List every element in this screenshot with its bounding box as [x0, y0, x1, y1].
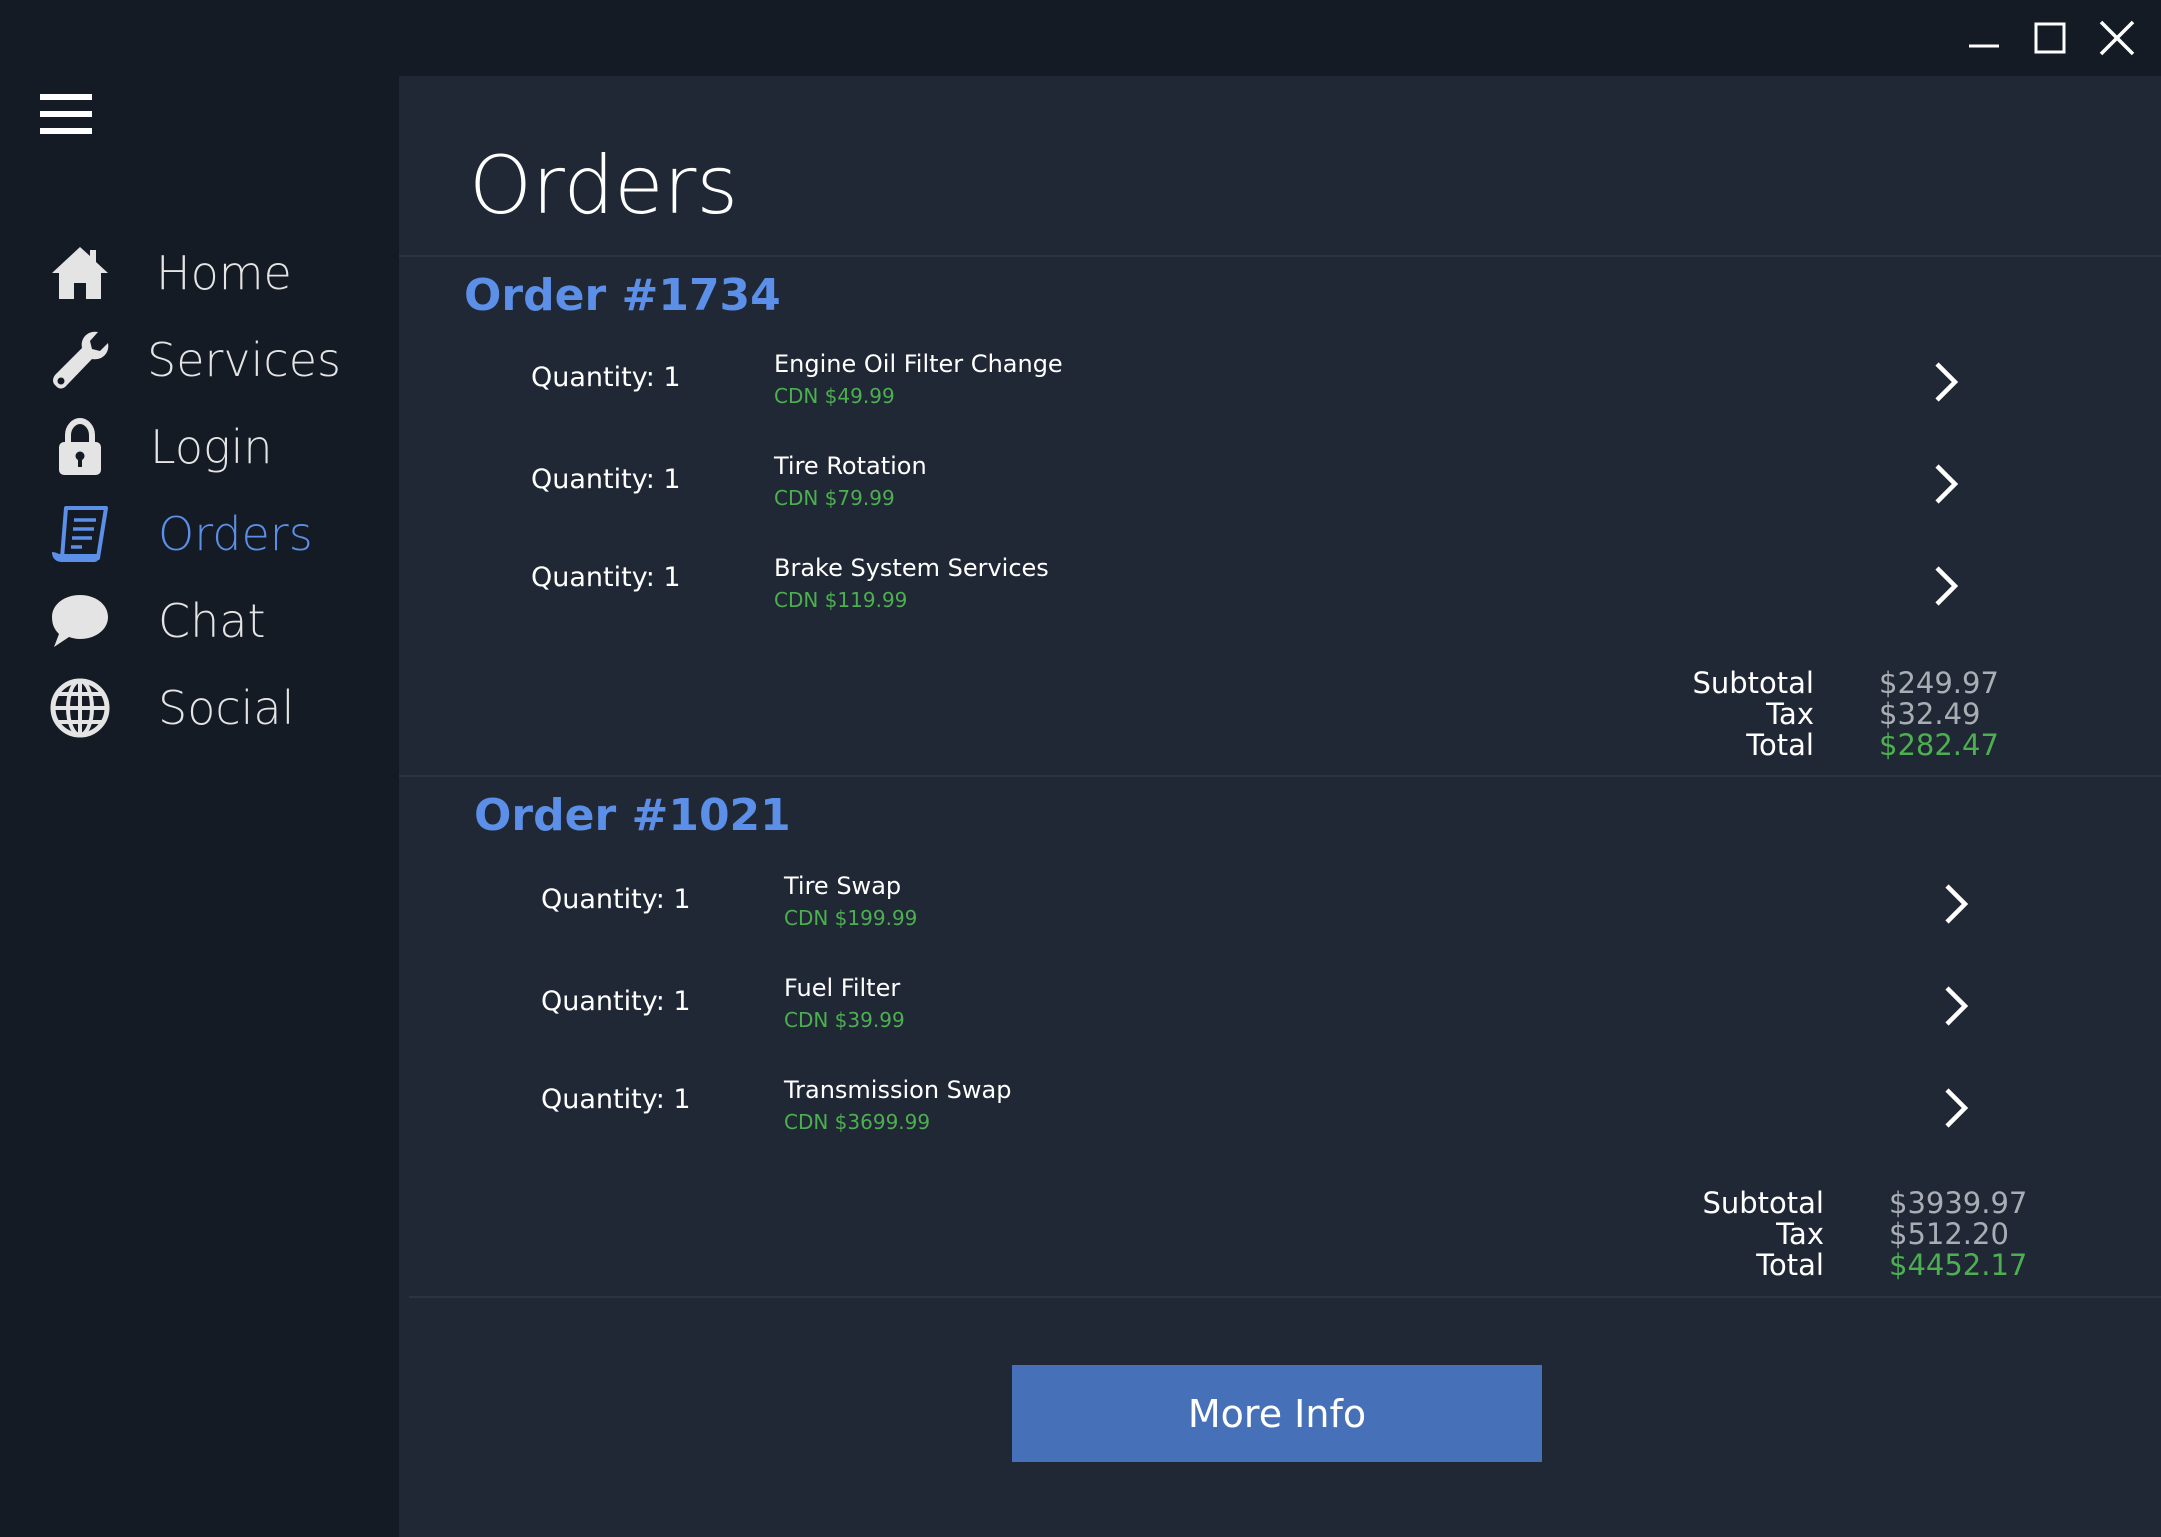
item-name: Transmission Swap [784, 1076, 1012, 1104]
sidebar-item-label: Social [158, 681, 295, 735]
order-card: Order #1734 Quantity: 1 Engine Oil Filte… [399, 266, 2161, 836]
home-icon [52, 247, 108, 299]
maximize-button[interactable] [2024, 14, 2076, 62]
subtotal-value: $3939.97 [1889, 1186, 2028, 1220]
wrench-icon [53, 331, 109, 389]
tax-value: $32.49 [1879, 697, 1981, 731]
chevron-right-icon [1945, 884, 1969, 924]
item-details-button[interactable] [1931, 1078, 1981, 1138]
item-details-button[interactable] [1931, 976, 1981, 1036]
order-item-row[interactable]: Quantity: 1 Transmission Swap CDN $3699.… [541, 1070, 2041, 1160]
close-button[interactable] [2091, 14, 2143, 62]
chevron-right-icon [1945, 1088, 1969, 1128]
sidebar-item-label: Chat [158, 594, 266, 648]
item-quantity: Quantity: 1 [531, 362, 681, 393]
order-item-row[interactable]: Quantity: 1 Fuel Filter CDN $39.99 [541, 968, 2041, 1058]
more-info-button[interactable]: More Info [1012, 1365, 1542, 1462]
page-title: Orders [469, 139, 739, 232]
item-quantity: Quantity: 1 [531, 464, 681, 495]
item-name: Tire Rotation [774, 452, 927, 480]
order-item-row[interactable]: Quantity: 1 Tire Rotation CDN $79.99 [531, 446, 2031, 536]
tax-label: Tax [1776, 1217, 1824, 1251]
orders-content: Orders Order #1734 Quantity: 1 Engine Oi… [399, 76, 2161, 1537]
divider [399, 255, 2161, 257]
item-name: Fuel Filter [784, 974, 901, 1002]
lock-icon [59, 417, 101, 475]
item-details-button[interactable] [1931, 874, 1981, 934]
item-price: CDN $3699.99 [784, 1110, 931, 1134]
divider [409, 1296, 2161, 1298]
order-totals: Subtotal $249.97 Tax $32.49 Total $282.4… [1634, 666, 2034, 776]
sidebar-item-label: Login [150, 420, 273, 474]
item-price: CDN $49.99 [774, 384, 895, 408]
item-price: CDN $199.99 [784, 906, 918, 930]
sidebar-item-label: Home [156, 246, 292, 300]
total-label: Total [1756, 1248, 1824, 1282]
total-value: $4452.17 [1889, 1248, 2028, 1282]
chevron-right-icon [1945, 986, 1969, 1026]
item-price: CDN $79.99 [774, 486, 895, 510]
divider [399, 775, 2161, 777]
item-name: Engine Oil Filter Change [774, 350, 1063, 378]
sidebar-item-label: Services [147, 333, 341, 387]
order-item-row[interactable]: Quantity: 1 Engine Oil Filter Change CDN… [531, 344, 2031, 434]
order-title[interactable]: Order #1734 [464, 266, 781, 326]
item-quantity: Quantity: 1 [531, 562, 681, 593]
minimize-button[interactable] [1958, 14, 2010, 62]
tax-value: $512.20 [1889, 1217, 2009, 1251]
sidebar-item-orders[interactable]: Orders [0, 494, 399, 574]
subtotal-label: Subtotal [1702, 1186, 1824, 1220]
chat-bubble-icon [52, 595, 108, 647]
order-item-row[interactable]: Quantity: 1 Brake System Services CDN $1… [531, 548, 2031, 638]
item-price: CDN $39.99 [784, 1008, 905, 1032]
item-price: CDN $119.99 [774, 588, 908, 612]
item-quantity: Quantity: 1 [541, 884, 691, 915]
sidebar-item-chat[interactable]: Chat [0, 581, 399, 661]
hamburger-menu-button[interactable] [34, 86, 98, 142]
item-details-button[interactable] [1921, 454, 1971, 514]
order-totals: Subtotal $3939.97 Tax $512.20 Total $445… [1644, 1186, 2044, 1296]
item-details-button[interactable] [1921, 556, 1971, 616]
item-name: Brake System Services [774, 554, 1049, 582]
subtotal-label: Subtotal [1692, 666, 1814, 700]
sidebar-item-home[interactable]: Home [0, 233, 399, 313]
total-label: Total [1746, 728, 1814, 762]
sidebar-item-login[interactable]: Login [0, 407, 399, 487]
sidebar-item-services[interactable]: Services [0, 320, 399, 400]
chevron-right-icon [1935, 362, 1959, 402]
maximize-icon [2034, 22, 2066, 54]
sidebar-nav: Home Services Login Orders Chat Social [0, 0, 399, 1537]
item-details-button[interactable] [1921, 352, 1971, 412]
sidebar-item-social[interactable]: Social [0, 668, 399, 748]
total-value: $282.47 [1879, 728, 1999, 762]
item-quantity: Quantity: 1 [541, 986, 691, 1017]
item-quantity: Quantity: 1 [541, 1084, 691, 1115]
chevron-right-icon [1935, 566, 1959, 606]
minimize-icon [1969, 44, 1999, 48]
receipt-icon [52, 506, 108, 562]
order-card: Order #1021 Quantity: 1 Tire Swap CDN $1… [399, 786, 2161, 1366]
globe-icon [50, 678, 110, 738]
order-item-row[interactable]: Quantity: 1 Tire Swap CDN $199.99 [541, 866, 2041, 956]
sidebar-item-label: Orders [158, 507, 313, 561]
item-name: Tire Swap [784, 872, 902, 900]
chevron-right-icon [1935, 464, 1959, 504]
subtotal-value: $249.97 [1879, 666, 1999, 700]
order-title[interactable]: Order #1021 [474, 786, 791, 846]
close-icon [2099, 20, 2135, 56]
tax-label: Tax [1766, 697, 1814, 731]
